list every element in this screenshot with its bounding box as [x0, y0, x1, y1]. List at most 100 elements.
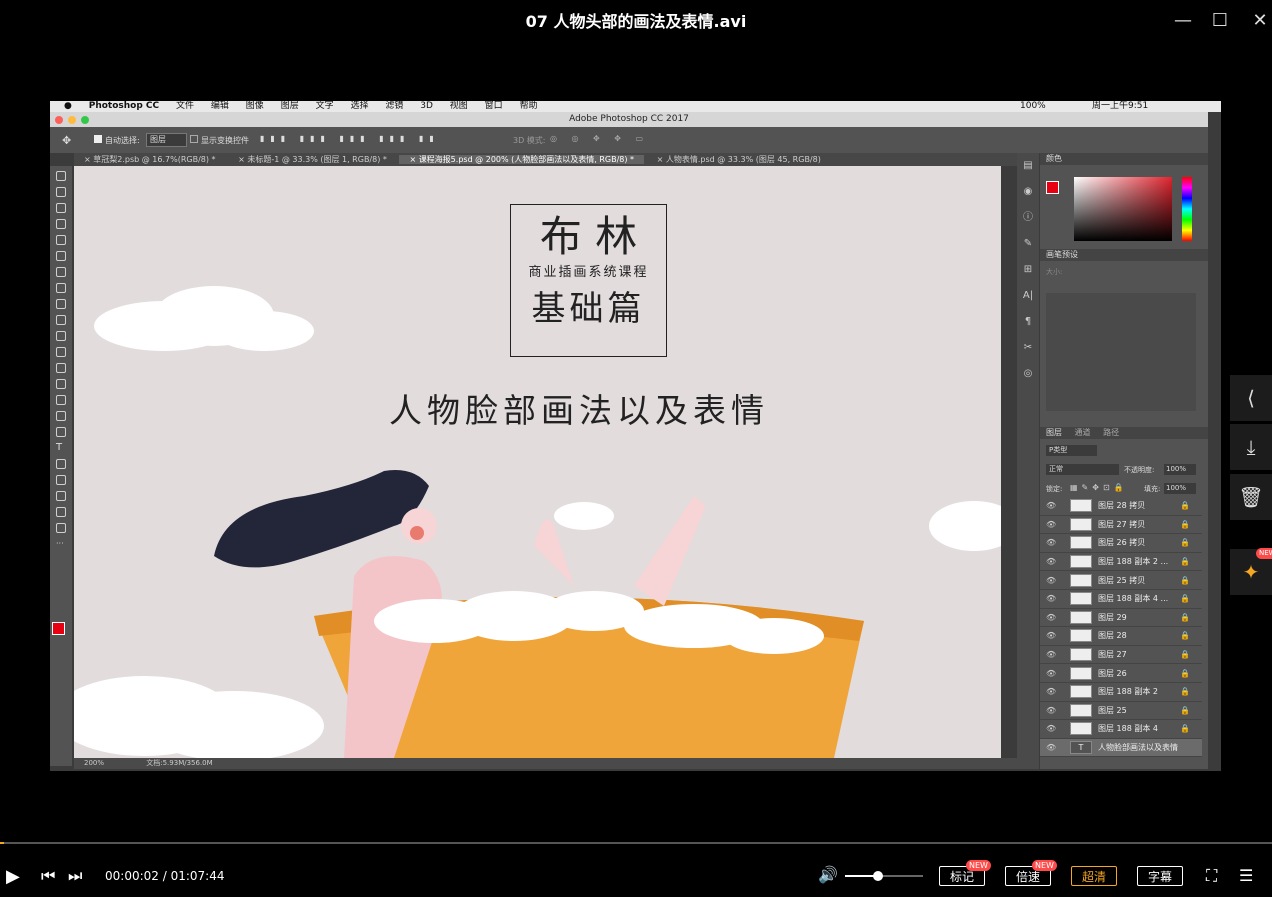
volume-knob[interactable]: [872, 871, 883, 881]
layer-row[interactable]: 👁 图层 28 🔒: [1040, 627, 1202, 646]
align-icons[interactable]: ▮▮▮ ▮▮▮ ▮▮▮ ▮▮▮ ▮▮: [260, 134, 440, 143]
download-icon[interactable]: ⤓: [1230, 424, 1272, 470]
layer-row-selected[interactable]: 👁 T 人物脸部画法以及表情: [1040, 738, 1202, 758]
panel-icons[interactable]: ▤ ◉ ⓘ ✎ ⊞ A| ¶ ✂ ◎: [1017, 153, 1039, 387]
fullscreen-icon[interactable]: ⛶: [1206, 866, 1217, 886]
sponge-tool-icon[interactable]: [56, 427, 66, 437]
color-fg-swatch[interactable]: [1046, 181, 1059, 194]
dodge-tool-icon[interactable]: [56, 411, 66, 421]
stamp-tool-icon[interactable]: [56, 331, 66, 341]
paint-bucket-icon[interactable]: [56, 379, 66, 389]
layer-row[interactable]: 👁 图层 188 副本 4 🔒: [1040, 720, 1202, 739]
rectangle-tool-icon[interactable]: [56, 491, 66, 501]
minimize-button[interactable]: —: [1170, 8, 1196, 34]
tab-doc-3[interactable]: × 课程海报5.psd @ 200% (人物脸部画法以及表情, RGB/8) *: [399, 155, 645, 164]
opacity-field[interactable]: 100%: [1164, 464, 1196, 475]
visibility-eye-icon[interactable]: 👁: [1046, 669, 1058, 678]
layer-row[interactable]: 👁 图层 25 拷贝 🔒: [1040, 571, 1202, 590]
layer-row[interactable]: 👁 图层 26 拷贝 🔒: [1040, 534, 1202, 553]
visibility-eye-icon[interactable]: 👁: [1046, 520, 1058, 529]
zoom-level[interactable]: 200%: [84, 759, 104, 767]
hand-tool-icon[interactable]: [56, 507, 66, 517]
close-button[interactable]: ✕: [1247, 8, 1272, 34]
tab-paths[interactable]: 路径: [1103, 428, 1119, 437]
history-brush-icon[interactable]: [56, 347, 66, 357]
move-tool-icon[interactable]: ✥: [62, 134, 71, 147]
tab-doc-2[interactable]: × 未标题-1 @ 33.3% (图层 1, RGB/8) *: [228, 155, 397, 164]
layer-kind-filter[interactable]: P类型: [1046, 445, 1097, 456]
hue-slider[interactable]: [1182, 177, 1192, 241]
visibility-eye-icon[interactable]: 👁: [1046, 576, 1058, 585]
canvas[interactable]: 布 林 商业插画系统课程 基础篇 人物脸部画法以及表情: [74, 166, 1001, 758]
layer-row[interactable]: 👁 图层 25 🔒: [1040, 702, 1202, 721]
next-icon[interactable]: ⏭: [68, 866, 82, 886]
pen-tool-icon[interactable]: [56, 459, 66, 469]
right-panels: 颜色 画笔预设 大小: 图层 通道 路径 P类型 正常 不透明度: 100% 锁…: [1040, 153, 1208, 769]
visibility-eye-icon[interactable]: 👁: [1046, 687, 1058, 696]
figure-cheek: [410, 526, 424, 540]
magic-wand-icon[interactable]: [56, 219, 66, 229]
previous-icon[interactable]: ⏮: [41, 866, 55, 886]
quality-button[interactable]: 超清: [1071, 866, 1117, 886]
visibility-eye-icon[interactable]: 👁: [1046, 650, 1058, 659]
visibility-eye-icon[interactable]: 👁: [1046, 538, 1058, 547]
mixer-brush-icon[interactable]: [56, 299, 66, 309]
tab-layers[interactable]: 图层: [1046, 428, 1062, 437]
blur-tool-icon[interactable]: [56, 395, 66, 405]
visibility-eye-icon[interactable]: 👁: [1046, 557, 1058, 566]
delete-icon[interactable]: 🗑: [1230, 474, 1272, 520]
brush-preview[interactable]: [1046, 293, 1196, 411]
more-tools-icon[interactable]: ···: [56, 539, 66, 549]
lesson-title-text[interactable]: 人物脸部画法以及表情: [364, 384, 794, 432]
layer-thumbnail: [1070, 610, 1092, 624]
visibility-eye-icon[interactable]: 👁: [1046, 501, 1058, 510]
path-select-icon[interactable]: [56, 475, 66, 485]
foreground-color-swatch[interactable]: [52, 622, 65, 635]
3d-mode-icons[interactable]: ◎ ◎ ✥ ✥ ▭: [550, 134, 649, 143]
layer-row[interactable]: 👁 图层 28 拷贝 🔒: [1040, 497, 1202, 516]
tab-doc-4[interactable]: × 人物表情.psd @ 33.3% (图层 45, RGB/8): [647, 155, 831, 164]
layer-row[interactable]: 👁 图层 188 副本 2 ... 🔒: [1040, 553, 1202, 572]
video-frame[interactable]: ● Photoshop CC 文件 编辑 图像 图层 文字 选择 滤镜 3D 视…: [50, 101, 1221, 771]
crop-tool-icon[interactable]: [56, 235, 66, 245]
share-icon[interactable]: ⟨: [1230, 375, 1272, 421]
tab-doc-1[interactable]: × 草冠梨2.psb @ 16.7%(RGB/8) *: [74, 155, 226, 164]
playlist-icon[interactable]: ☰: [1239, 866, 1253, 885]
layer-row[interactable]: 👁 图层 188 副本 2 🔒: [1040, 683, 1202, 702]
visibility-eye-icon[interactable]: 👁: [1046, 594, 1058, 603]
eyedropper-icon[interactable]: [56, 251, 66, 261]
pencil-icon[interactable]: [56, 315, 66, 325]
move-tool-icon[interactable]: [56, 171, 66, 181]
auto-select-checkbox[interactable]: [94, 135, 102, 143]
layer-row[interactable]: 👁 图层 27 🔒: [1040, 646, 1202, 665]
show-transform-checkbox[interactable]: [190, 135, 198, 143]
marquee-tool-icon[interactable]: [56, 187, 66, 197]
layer-row[interactable]: 👁 图层 27 拷贝 🔒: [1040, 516, 1202, 535]
zoom-tool-icon[interactable]: [56, 523, 66, 533]
auto-select-dropdown[interactable]: 图层: [146, 133, 187, 147]
type-tool-icon[interactable]: T: [56, 443, 66, 453]
blend-mode-dropdown[interactable]: 正常: [1046, 464, 1119, 475]
lock-icons[interactable]: ▦✎✥⊡🔒: [1070, 483, 1128, 492]
seek-bar[interactable]: [0, 842, 1272, 844]
fill-field[interactable]: 100%: [1164, 483, 1196, 494]
play-icon[interactable]: ▶: [6, 866, 20, 887]
lasso-tool-icon[interactable]: [56, 203, 66, 213]
eraser-icon[interactable]: [56, 363, 66, 373]
visibility-eye-icon[interactable]: 👁: [1046, 724, 1058, 733]
visibility-eye-icon[interactable]: 👁: [1046, 613, 1058, 622]
subtitle-button[interactable]: 字幕: [1137, 866, 1183, 886]
visibility-eye-icon[interactable]: 👁: [1046, 743, 1058, 752]
layer-row[interactable]: 👁 图层 26 🔒: [1040, 664, 1202, 683]
volume-slider[interactable]: [845, 871, 923, 881]
volume-icon[interactable]: 🔊: [818, 865, 838, 884]
layer-row[interactable]: 👁 图层 188 副本 4 ... 🔒: [1040, 590, 1202, 609]
tab-channels[interactable]: 通道: [1075, 428, 1091, 437]
color-picker-field[interactable]: [1074, 177, 1172, 241]
maximize-button[interactable]: ☐: [1207, 8, 1233, 34]
visibility-eye-icon[interactable]: 👁: [1046, 706, 1058, 715]
layer-row[interactable]: 👁 图层 29 🔒: [1040, 609, 1202, 628]
visibility-eye-icon[interactable]: 👁: [1046, 631, 1058, 640]
healing-brush-icon[interactable]: [56, 267, 66, 277]
brush-tool-icon[interactable]: [56, 283, 66, 293]
